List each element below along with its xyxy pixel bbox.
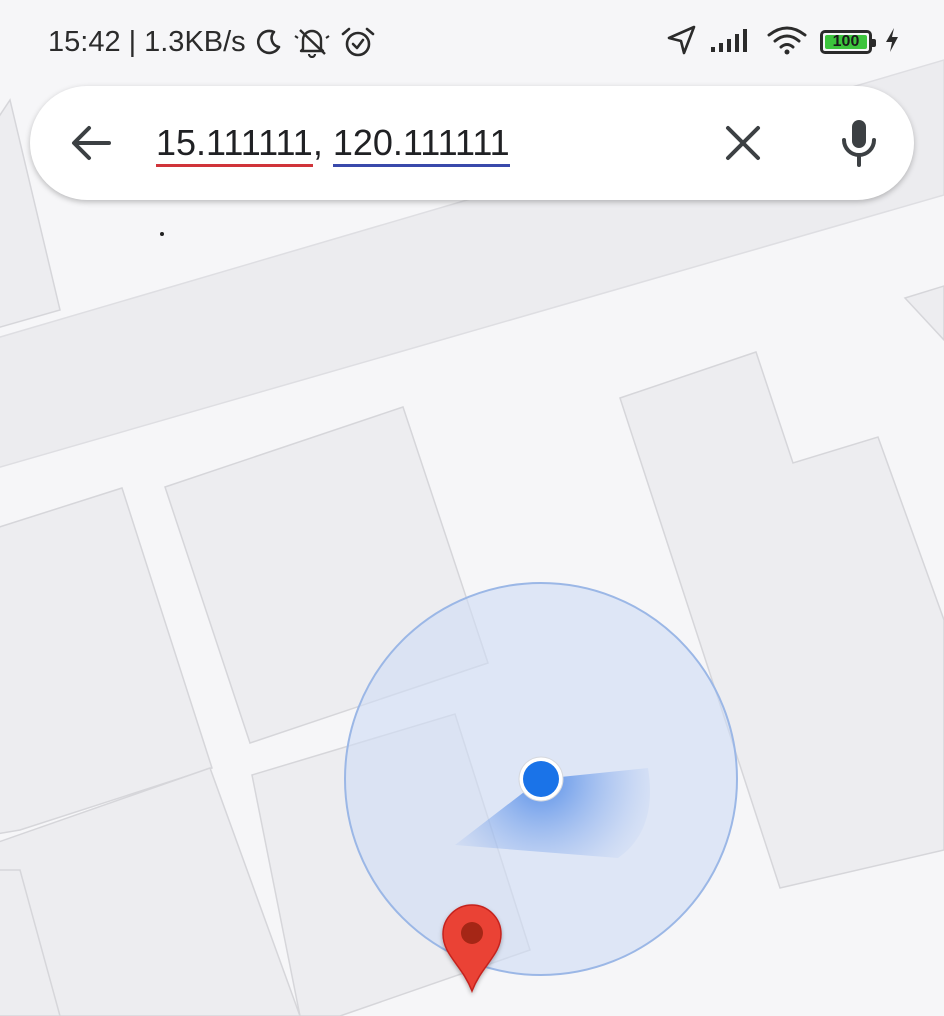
status-separator: | (128, 25, 137, 58)
status-bar: 15:42 | 1.3KB/s 100 (0, 0, 944, 84)
status-time: 15:42 (48, 25, 121, 58)
alarm-icon (340, 25, 376, 59)
battery-level: 100 (832, 33, 860, 50)
battery-cap (872, 39, 876, 47)
coordinate-separator: , (312, 122, 323, 163)
back-button[interactable] (66, 118, 116, 168)
battery-icon: 100 (820, 30, 876, 54)
longitude-text: 120.111111 (332, 122, 510, 167)
location-arrow-icon (666, 24, 698, 61)
latitude-text: 15.111111 (156, 122, 313, 167)
charging-icon (884, 27, 900, 58)
search-bar: 15.111111, 120.111111 (30, 86, 914, 200)
battery-fill: 100 (825, 33, 867, 50)
arrow-left-icon (72, 126, 111, 160)
location-dot-icon[interactable] (518, 756, 564, 802)
voice-search-button[interactable] (834, 114, 884, 172)
clear-button[interactable] (718, 118, 768, 168)
bell-muted-icon (292, 26, 332, 58)
stray-dot (160, 232, 164, 236)
status-left: 15:42 | 1.3KB/s (48, 22, 376, 62)
close-icon (726, 126, 760, 160)
signal-icon (710, 27, 754, 58)
status-right: 100 (666, 22, 900, 62)
search-input[interactable]: 15.111111, 120.111111 (156, 120, 510, 167)
status-net-speed: 1.3KB/s (144, 25, 246, 58)
microphone-icon (842, 120, 876, 167)
map-pin-icon[interactable] (442, 904, 502, 994)
moon-icon (254, 27, 284, 57)
wifi-icon (766, 25, 808, 60)
